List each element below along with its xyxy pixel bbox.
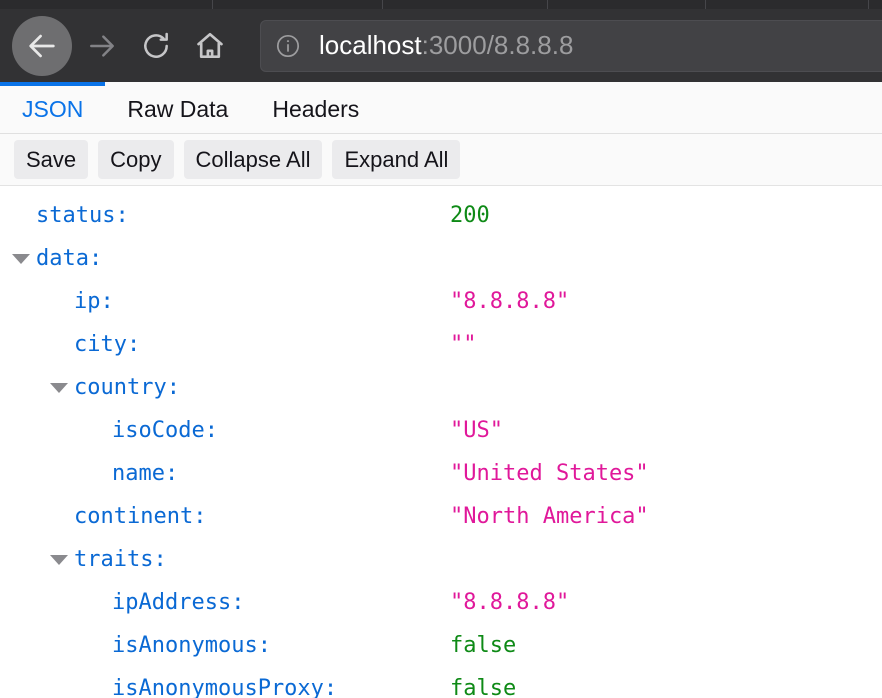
tab-divider <box>547 0 548 9</box>
json-row[interactable]: continent: "North America" <box>0 495 882 538</box>
json-row[interactable]: name: "United States" <box>0 452 882 495</box>
home-button[interactable] <box>186 22 234 70</box>
json-row[interactable]: isAnonymous: false <box>0 624 882 667</box>
json-key-cell: ipAddress: <box>0 590 450 615</box>
forward-button[interactable] <box>78 22 126 70</box>
json-key-cell: ip: <box>0 289 450 314</box>
json-key: isAnonymousProxy: <box>112 676 338 698</box>
json-key-cell: isAnonymous: <box>0 633 450 658</box>
json-value: "United States" <box>450 461 649 486</box>
json-row[interactable]: country: <box>0 366 882 409</box>
json-key-cell: traits: <box>0 547 450 572</box>
json-key: isoCode: <box>112 418 218 443</box>
tab-divider <box>705 0 706 9</box>
tab-strip <box>0 0 882 9</box>
url-host: localhost <box>319 30 422 60</box>
chevron-down-icon[interactable] <box>50 554 68 565</box>
json-key-cell: city: <box>0 332 450 357</box>
tab-json[interactable]: JSON <box>0 82 106 133</box>
back-button[interactable] <box>12 15 72 76</box>
arrow-right-icon <box>90 34 114 57</box>
json-key-cell: data: <box>0 246 450 271</box>
tab-headers[interactable]: Headers <box>250 82 381 133</box>
copy-button[interactable]: Copy <box>98 139 174 180</box>
json-row[interactable]: isoCode: "US" <box>0 409 882 452</box>
json-key-cell: isAnonymousProxy: <box>0 676 450 698</box>
info-circle-icon[interactable] <box>275 33 301 59</box>
viewer-tabbar: JSON Raw Data Headers <box>0 82 882 134</box>
json-key-cell: continent: <box>0 504 450 529</box>
json-key: data: <box>36 246 103 271</box>
reload-icon <box>144 32 168 58</box>
json-key-cell: country: <box>0 375 450 400</box>
json-key-cell: status: <box>0 203 450 228</box>
json-row[interactable]: city: "" <box>0 323 882 366</box>
json-row[interactable]: isAnonymousProxy: false <box>0 667 882 698</box>
json-viewer-panel: JSON Raw Data Headers Save Copy Collapse All… <box>0 82 882 698</box>
json-key-cell: isoCode: <box>0 418 450 443</box>
save-button[interactable]: Save <box>14 139 89 180</box>
json-key: name: <box>112 461 179 486</box>
json-value: "8.8.8.8" <box>450 590 570 615</box>
json-value: "8.8.8.8" <box>450 289 570 314</box>
json-key: ipAddress: <box>112 590 245 615</box>
tab-divider <box>868 0 869 9</box>
json-row[interactable]: ipAddress: "8.8.8.8" <box>0 581 882 624</box>
json-key-cell: name: <box>0 461 450 486</box>
arrow-left-icon <box>29 34 55 57</box>
tab-raw-data[interactable]: Raw Data <box>105 82 250 133</box>
json-value: 200 <box>450 203 490 228</box>
chevron-down-icon[interactable] <box>12 253 30 264</box>
json-value: "" <box>450 332 477 357</box>
json-key: country: <box>74 375 180 400</box>
json-row[interactable]: data: <box>0 237 882 280</box>
expand-all-button[interactable]: Expand All <box>332 139 461 180</box>
json-tree[interactable]: status: 200 data: ip: "8.8.8.8" city: "" countr… <box>0 186 882 698</box>
address-bar[interactable]: localhost:3000/8.8.8.8 <box>260 19 882 72</box>
address-bar-text: localhost:3000/8.8.8.8 <box>319 30 573 61</box>
navigation-toolbar: localhost:3000/8.8.8.8 <box>0 9 882 82</box>
json-value: "North America" <box>450 504 649 529</box>
json-key: ip: <box>74 289 114 314</box>
json-key: isAnonymous: <box>112 633 271 658</box>
browser-chrome: localhost:3000/8.8.8.8 <box>0 0 882 82</box>
json-value: false <box>450 676 517 698</box>
json-value: false <box>450 633 517 658</box>
json-value: "US" <box>450 418 503 443</box>
json-row[interactable]: status: 200 <box>0 194 882 237</box>
json-row[interactable]: ip: "8.8.8.8" <box>0 280 882 323</box>
json-key: continent: <box>74 504 207 529</box>
json-key: status: <box>36 203 129 228</box>
chevron-down-icon[interactable] <box>50 382 68 393</box>
home-icon <box>197 32 223 58</box>
collapse-all-button[interactable]: Collapse All <box>183 139 323 180</box>
json-row[interactable]: traits: <box>0 538 882 581</box>
json-key: traits: <box>74 547 167 572</box>
tab-divider <box>382 0 383 9</box>
tab-divider <box>212 0 213 9</box>
reload-button[interactable] <box>132 22 180 70</box>
url-path: :3000/8.8.8.8 <box>421 30 574 60</box>
viewer-actionbar: Save Copy Collapse All Expand All <box>0 134 882 186</box>
json-key: city: <box>74 332 141 357</box>
